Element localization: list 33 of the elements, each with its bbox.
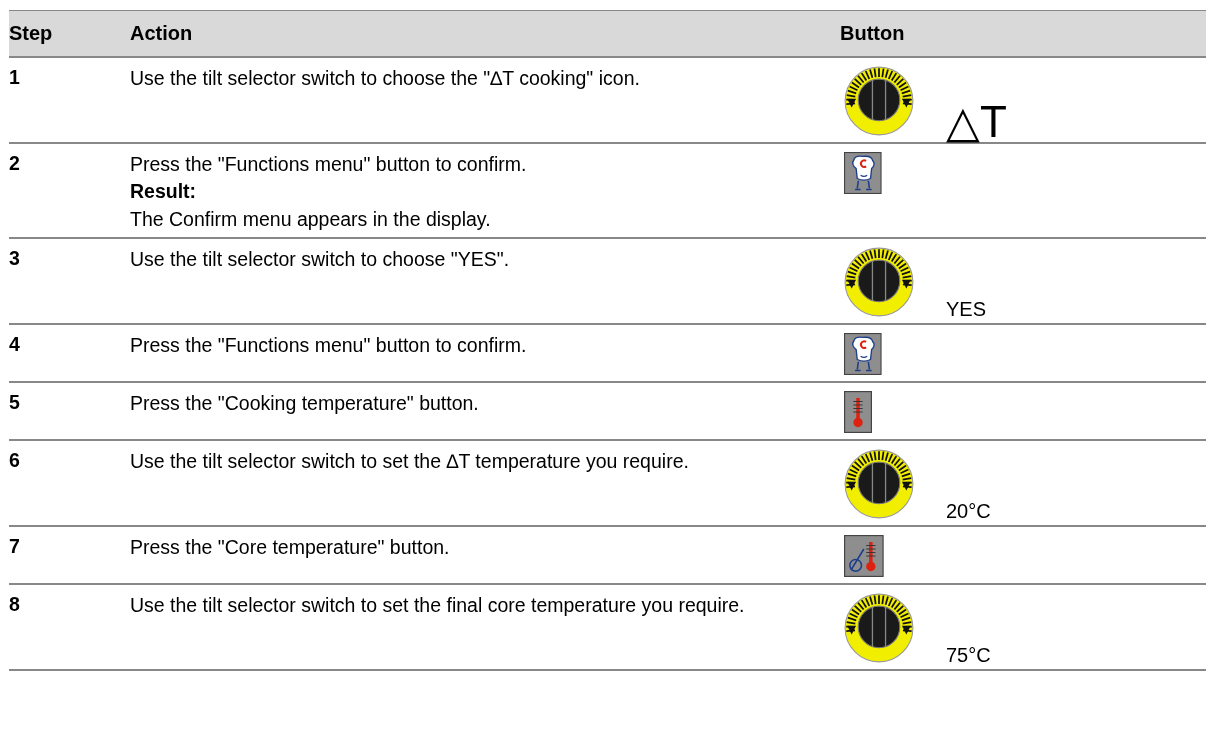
instruction-text: Use the tilt selector switch to choose the "∆T cooking" icon. [130,66,641,90]
column-header: Button [840,22,906,45]
column-header: Step [9,22,54,45]
chef-mascot-icon [844,333,882,375]
step-number: 4 [9,333,20,355]
step-number: 7 [9,535,20,557]
instruction-text: Use the tilt selector switch to choose "YES". [130,247,511,271]
result-text: The Confirm menu appears in the display. [130,207,492,231]
selector-dial-icon [844,593,914,663]
result-label: Result: [130,180,198,203]
step-number: 3 [9,247,20,269]
core-probe-icon [844,535,884,577]
instruction-text: Press the "Functions menu" button to confirm. [130,333,528,357]
step-number: 2 [9,152,20,174]
step-number: 5 [9,391,20,413]
step-number: 6 [9,449,20,471]
step-number: 8 [9,593,20,615]
selector-dial-icon [844,449,914,519]
thermometer-icon [844,391,872,433]
dial-value: 20°C [946,500,991,523]
instruction-text: Use the tilt selector switch to set the ∆T temperature you require. [130,449,690,473]
chef-mascot-icon [844,152,882,194]
dial-value: YES [946,298,987,321]
step-number: 1 [9,66,20,88]
dial-value: 75°C [946,644,991,667]
dial-value: △T [946,102,1007,142]
selector-dial-icon [844,247,914,317]
instruction-text: Press the "Core temperature" button. [130,535,451,559]
column-header: Action [130,22,194,45]
instruction-text: Use the tilt selector switch to set the final core temperature you require. [130,593,746,617]
instruction-text: Press the "Functions menu" button to confirm. [130,152,528,176]
instruction-text: Press the "Cooking temperature" button. [130,391,480,415]
selector-dial-icon [844,66,914,136]
